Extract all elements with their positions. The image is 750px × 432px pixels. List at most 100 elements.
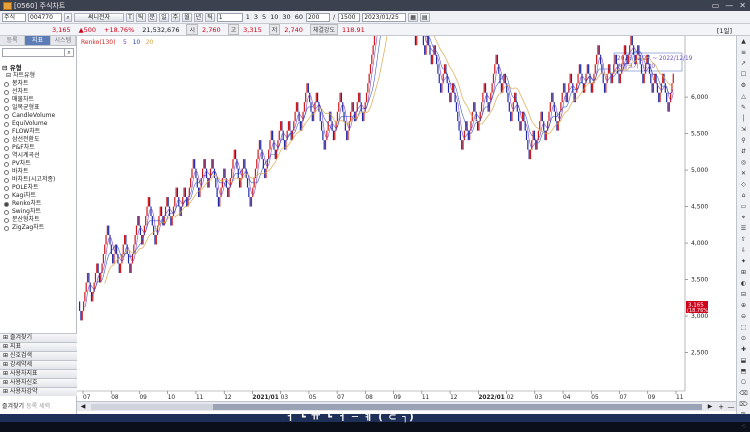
tool-icon-24[interactable]: ⊕ bbox=[738, 301, 749, 311]
tb-btn-5[interactable]: 월 bbox=[182, 12, 192, 22]
radio-icon[interactable] bbox=[4, 226, 9, 231]
radio-icon[interactable] bbox=[4, 82, 9, 87]
tree-item-16[interactable]: Swing차트 bbox=[2, 208, 75, 216]
close-icon[interactable]: ✕ bbox=[739, 1, 746, 10]
tree-item-10[interactable]: PV차트 bbox=[2, 160, 75, 168]
tool-icon-15[interactable]: ▭ bbox=[738, 202, 749, 212]
radio-icon[interactable] bbox=[4, 146, 9, 151]
tool-icon-7[interactable]: │ bbox=[738, 114, 749, 124]
tool-icon-32[interactable]: ⌫ bbox=[738, 389, 749, 399]
radio-icon[interactable] bbox=[4, 162, 9, 167]
tool-icon-6[interactable]: ✎ bbox=[738, 103, 749, 113]
tool-icon-31[interactable]: ⎔ bbox=[738, 378, 749, 388]
search-icon[interactable]: ⌕ bbox=[64, 12, 72, 22]
tree-item-14[interactable]: Kagi차트 bbox=[2, 192, 75, 200]
tool-icon-5[interactable]: △ bbox=[738, 92, 749, 102]
tree-item-6[interactable]: FLOW차트 bbox=[2, 128, 75, 136]
total-input[interactable]: 1500 bbox=[338, 12, 361, 22]
panel-section-3[interactable]: ⊞ 강세약세 bbox=[0, 360, 77, 369]
tool-icon-22[interactable]: ◐ bbox=[738, 279, 749, 289]
radio-icon[interactable] bbox=[4, 202, 9, 207]
scroll-right-button[interactable]: ▶ bbox=[704, 403, 716, 410]
tb-btn-2[interactable]: 분 bbox=[147, 12, 158, 22]
tb-btn-6[interactable]: 년 bbox=[193, 12, 204, 22]
radio-icon[interactable] bbox=[4, 178, 9, 183]
tab-system[interactable]: 시스템 bbox=[50, 36, 76, 45]
minimize-icon[interactable]: — bbox=[725, 1, 733, 10]
chart-area[interactable]: Renko(130) 5 10 20 2016/12/27 ~ 2022/12/19 벽… bbox=[77, 0, 736, 414]
tool-icon-28[interactable]: ✚ bbox=[738, 345, 749, 355]
stock-name-field[interactable]: 써니전자 bbox=[74, 12, 124, 22]
zoom-out-button[interactable]: — bbox=[726, 403, 736, 411]
calendar-icon[interactable]: ▦ bbox=[408, 12, 418, 22]
grid-icon[interactable]: ▤ bbox=[419, 12, 430, 22]
minute-30[interactable]: 30 bbox=[281, 13, 291, 21]
radio-icon[interactable] bbox=[4, 210, 9, 215]
radio-icon[interactable] bbox=[4, 138, 9, 143]
tool-icon-30[interactable]: ⬒ bbox=[738, 367, 749, 377]
radio-icon[interactable] bbox=[4, 194, 9, 199]
tool-icon-13[interactable]: ◇ bbox=[738, 180, 749, 190]
radio-icon[interactable] bbox=[4, 186, 9, 191]
tree-item-0[interactable]: 봉차트 bbox=[2, 80, 75, 88]
search-icon[interactable]: ⌕ bbox=[64, 49, 73, 56]
tool-icon-2[interactable]: ↗ bbox=[738, 59, 749, 69]
tab-register[interactable]: 등록 bbox=[0, 36, 26, 45]
tb-btn-7[interactable]: 틱 bbox=[205, 12, 215, 22]
tb-btn-0[interactable]: T bbox=[126, 12, 134, 22]
panel-section-2[interactable]: ⊞ 신호검색 bbox=[0, 351, 77, 360]
tree-item-13[interactable]: POLE차트 bbox=[2, 184, 75, 192]
panel-section-4[interactable]: ⊞ 사용자지표 bbox=[0, 369, 77, 378]
radio-icon[interactable] bbox=[4, 122, 9, 127]
tool-icon-16[interactable]: ⌖ bbox=[738, 213, 749, 223]
tool-icon-0[interactable]: ▲ bbox=[738, 37, 749, 47]
tree-item-18[interactable]: ZigZag차트 bbox=[2, 224, 75, 232]
tool-icon-23[interactable]: ⊟ bbox=[738, 290, 749, 300]
panel-section-1[interactable]: ⊞ 지표 bbox=[0, 342, 77, 351]
tree-item-4[interactable]: CandleVolume bbox=[2, 112, 75, 120]
tree-item-8[interactable]: P&F차트 bbox=[2, 144, 75, 152]
panel-section-0[interactable]: ⊞ 즐겨찾기 bbox=[0, 333, 77, 342]
tool-icon-33[interactable]: ⌦ bbox=[738, 400, 749, 410]
radio-icon[interactable] bbox=[4, 130, 9, 135]
tree-folder[interactable]: ⊟ 차트유형 bbox=[2, 72, 75, 80]
minute-60[interactable]: 60 bbox=[294, 13, 304, 21]
panel-search-input[interactable] bbox=[3, 49, 64, 56]
tool-icon-29[interactable]: ⬓ bbox=[738, 356, 749, 366]
tree-item-11[interactable]: 바차트 bbox=[2, 168, 75, 176]
radio-icon[interactable] bbox=[4, 98, 9, 103]
tool-icon-19[interactable]: ⇩ bbox=[738, 246, 749, 256]
tool-icon-10[interactable]: ⇵ bbox=[738, 147, 749, 157]
radio-icon[interactable] bbox=[4, 218, 9, 223]
market-select[interactable]: 주식 bbox=[2, 12, 26, 22]
radio-icon[interactable] bbox=[4, 154, 9, 159]
bottom-tab-force[interactable]: 세력 bbox=[39, 402, 50, 411]
renko-chart[interactable]: Renko(130) 5 10 20 2016/12/27 ~ 2022/12/19벽… bbox=[77, 0, 736, 401]
period-label[interactable]: [1일] bbox=[713, 25, 750, 35]
tree-item-9[interactable]: 역시계곡선 bbox=[2, 152, 75, 160]
radio-icon[interactable] bbox=[4, 114, 9, 119]
tree-item-2[interactable]: 매물차트 bbox=[2, 96, 75, 104]
tool-icon-25[interactable]: ⊖ bbox=[738, 312, 749, 322]
tool-icon-27[interactable]: ⊙ bbox=[738, 334, 749, 344]
minute-3[interactable]: 3 bbox=[253, 13, 259, 21]
tab-indicator[interactable]: 지표 bbox=[25, 36, 51, 45]
tree-item-15[interactable]: Renko차트 bbox=[2, 200, 75, 208]
tree-item-5[interactable]: EquiVolume bbox=[2, 120, 75, 128]
bottom-tab-favorites[interactable]: 즐겨찾기 bbox=[2, 402, 24, 411]
tool-icon-8[interactable]: ⇲ bbox=[738, 125, 749, 135]
radio-icon[interactable] bbox=[4, 90, 9, 95]
tool-icon-35[interactable]: ⟲ bbox=[738, 422, 749, 432]
tree-item-17[interactable]: 분산형차트 bbox=[2, 216, 75, 224]
tool-icon-21[interactable]: ⊞ bbox=[738, 268, 749, 278]
date-input[interactable]: 2023/01/25 bbox=[362, 12, 407, 22]
minute-10[interactable]: 10 bbox=[269, 13, 279, 21]
tree-item-3[interactable]: 일목균형표 bbox=[2, 104, 75, 112]
tree-item-1[interactable]: 선차트 bbox=[2, 88, 75, 96]
interval-input[interactable]: 1 bbox=[216, 12, 243, 22]
bottom-tab-register[interactable]: 등록 bbox=[26, 402, 37, 411]
tool-icon-4[interactable]: ⚙ bbox=[738, 81, 749, 91]
tool-icon-14[interactable]: ⌂ bbox=[738, 191, 749, 201]
tool-icon-11[interactable]: ◎ bbox=[738, 158, 749, 168]
count-input[interactable]: 200 bbox=[305, 12, 330, 22]
